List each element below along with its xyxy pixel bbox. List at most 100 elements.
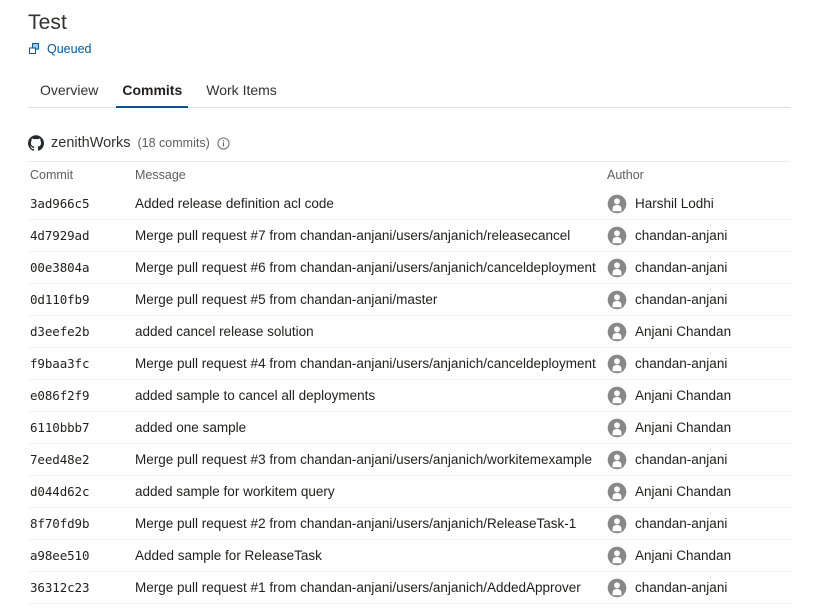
commit-message-cell: added one sample xyxy=(135,419,607,437)
table-row[interactable]: 7eed48e2 Merge pull request #3 from chand… xyxy=(28,444,790,476)
commit-author-cell: chandan-anjani xyxy=(607,450,790,470)
table-row[interactable]: a98ee510 Added sample for ReleaseTask Anja… xyxy=(28,540,790,572)
commit-author-cell: Anjani Chandan xyxy=(607,322,790,342)
commit-message-text: Merge pull request #7 from chandan-anjan… xyxy=(135,228,570,243)
commit-message-cell: Added sample for ReleaseTask xyxy=(135,547,607,565)
commit-message-cell: Merge pull request #3 from chandan-anjan… xyxy=(135,451,607,469)
commit-message-text: added cancel release solution xyxy=(135,324,314,339)
commit-message-cell: added sample for workitem query xyxy=(135,483,607,501)
column-header-commit: Commit xyxy=(28,168,135,182)
commit-message-cell: Added release definition acl code xyxy=(135,195,607,213)
commit-author-name: chandan-anjani xyxy=(635,516,727,531)
avatar-person-icon xyxy=(607,418,627,438)
table-row[interactable]: f9baa3fc Merge pull request #4 from chand… xyxy=(28,348,790,380)
commit-hash-cell[interactable]: d044d62c xyxy=(28,483,135,501)
commit-author-name: Harshil Lodhi xyxy=(635,196,714,211)
table-row[interactable]: 3ad966c5 Added release definition acl cod… xyxy=(28,188,790,220)
info-circle-icon[interactable] xyxy=(217,137,230,150)
status-line[interactable]: Queued xyxy=(28,40,824,58)
table-row[interactable]: 8f70fd9b Merge pull request #2 from chand… xyxy=(28,508,790,540)
avatar-person-icon xyxy=(607,194,627,214)
commit-author-name: chandan-anjani xyxy=(635,260,727,275)
avatar-person-icon xyxy=(607,354,627,374)
tab-bar: Overview Commits Work Items xyxy=(28,75,790,108)
commit-hash-cell[interactable]: 4d7929ad xyxy=(28,227,135,245)
status-text: Queued xyxy=(47,41,91,57)
commit-hash-link[interactable]: 7eed48e2 xyxy=(30,452,89,467)
commit-author-cell: Anjani Chandan xyxy=(607,418,790,438)
table-row[interactable]: 4d7929ad Merge pull request #7 from chand… xyxy=(28,220,790,252)
commit-author-cell: Harshil Lodhi xyxy=(607,194,790,214)
commit-hash-cell[interactable]: f9baa3fc xyxy=(28,355,135,373)
avatar-person-icon xyxy=(607,514,627,534)
commit-hash-cell[interactable]: 7eed48e2 xyxy=(28,451,135,469)
table-row[interactable]: 0d110fb9 Merge pull request #5 from chand… xyxy=(28,284,790,316)
table-row[interactable]: 6110bbb7 added one sample Anjani Chandan xyxy=(28,412,790,444)
commit-hash-link[interactable]: 6110bbb7 xyxy=(30,420,89,435)
repository-row: zenithWorks (18 commits) xyxy=(28,133,824,153)
commit-author-name: chandan-anjani xyxy=(635,580,727,595)
commit-author-cell: Anjani Chandan xyxy=(607,482,790,502)
table-row[interactable]: 36312c23 Merge pull request #1 from chand… xyxy=(28,572,790,604)
commit-hash-link[interactable]: e086f2f9 xyxy=(30,388,89,403)
commit-author-name: Anjani Chandan xyxy=(635,548,731,563)
tab-overview[interactable]: Overview xyxy=(28,81,110,107)
commit-message-text: Merge pull request #2 from chandan-anjan… xyxy=(135,516,576,531)
commit-hash-link[interactable]: a98ee510 xyxy=(30,548,89,563)
commit-hash-cell[interactable]: 0d110fb9 xyxy=(28,291,135,309)
commit-hash-cell[interactable]: 00e3804a xyxy=(28,259,135,277)
avatar-person-icon xyxy=(607,258,627,278)
commit-hash-link[interactable]: d3eefe2b xyxy=(30,324,89,339)
table-row[interactable]: d3eefe2b added cancel release solution Anj… xyxy=(28,316,790,348)
commit-author-name: Anjani Chandan xyxy=(635,420,731,435)
repository-name: zenithWorks xyxy=(51,135,131,151)
commit-hash-cell[interactable]: a98ee510 xyxy=(28,547,135,565)
table-row[interactable]: 00e3804a Merge pull request #6 from chand… xyxy=(28,252,790,284)
commit-hash-link[interactable]: 00e3804a xyxy=(30,260,89,275)
queue-stack-icon xyxy=(28,42,42,56)
table-row[interactable]: e086f2f9 added sample to cancel all deplo… xyxy=(28,380,790,412)
avatar-person-icon xyxy=(607,386,627,406)
commit-hash-cell[interactable]: e086f2f9 xyxy=(28,387,135,405)
page-title: Test xyxy=(28,10,824,36)
column-header-author: Author xyxy=(607,168,790,182)
commit-hash-cell[interactable]: 6110bbb7 xyxy=(28,419,135,437)
commit-hash-cell[interactable]: 3ad966c5 xyxy=(28,195,135,213)
commit-message-cell: Merge pull request #4 from chandan-anjan… xyxy=(135,355,607,373)
commit-hash-link[interactable]: d044d62c xyxy=(30,484,89,499)
commit-hash-cell[interactable]: d3eefe2b xyxy=(28,323,135,341)
commit-message-text: Added release definition acl code xyxy=(135,196,334,211)
commit-message-text: Merge pull request #4 from chandan-anjan… xyxy=(135,356,596,371)
commit-hash-link[interactable]: 8f70fd9b xyxy=(30,516,89,531)
avatar-person-icon xyxy=(607,322,627,342)
commits-page: Test Queued Overview Commits Work Items xyxy=(0,0,824,616)
commit-author-cell: chandan-anjani xyxy=(607,514,790,534)
commit-hash-link[interactable]: 3ad966c5 xyxy=(30,196,89,211)
commit-hash-link[interactable]: f9baa3fc xyxy=(30,356,89,371)
commit-hash-cell[interactable]: 36312c23 xyxy=(28,579,135,597)
commit-author-name: chandan-anjani xyxy=(635,356,727,371)
commit-hash-link[interactable]: 0d110fb9 xyxy=(30,292,89,307)
commit-message-text: Merge pull request #6 from chandan-anjan… xyxy=(135,260,596,275)
avatar-person-icon xyxy=(607,578,627,598)
commit-author-cell: chandan-anjani xyxy=(607,290,790,310)
commit-author-name: chandan-anjani xyxy=(635,228,727,243)
github-icon xyxy=(28,135,44,151)
commit-author-name: Anjani Chandan xyxy=(635,484,731,499)
commit-message-text: Merge pull request #3 from chandan-anjan… xyxy=(135,452,592,467)
commit-message-cell: Merge pull request #5 from chandan-anjan… xyxy=(135,291,607,309)
commit-author-name: chandan-anjani xyxy=(635,292,727,307)
commit-message-text: Merge pull request #5 from chandan-anjan… xyxy=(135,292,437,307)
commit-hash-link[interactable]: 36312c23 xyxy=(30,580,89,595)
table-header-row: Commit Message Author xyxy=(28,162,790,188)
table-row[interactable]: d044d62c added sample for workitem query A… xyxy=(28,476,790,508)
tab-commits[interactable]: Commits xyxy=(110,81,194,107)
commit-hash-cell[interactable]: 8f70fd9b xyxy=(28,515,135,533)
commit-message-text: Merge pull request #1 from chandan-anjan… xyxy=(135,580,581,595)
commit-message-cell: added sample to cancel all deployments xyxy=(135,387,607,405)
tab-work-items[interactable]: Work Items xyxy=(194,81,289,107)
commit-count-label: (18 commits) xyxy=(138,136,210,150)
commit-author-cell: chandan-anjani xyxy=(607,226,790,246)
commit-message-cell: Merge pull request #7 from chandan-anjan… xyxy=(135,227,607,245)
commit-hash-link[interactable]: 4d7929ad xyxy=(30,228,89,243)
